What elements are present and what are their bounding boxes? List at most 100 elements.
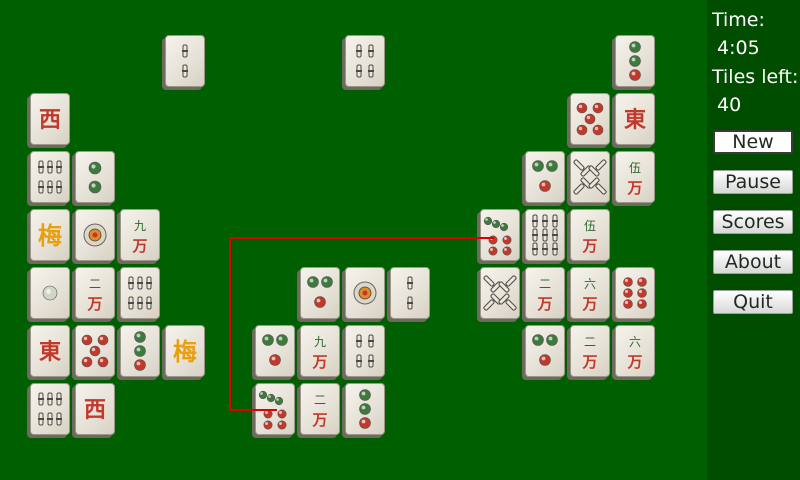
svg-text:西: 西 <box>84 397 106 423</box>
svg-text:東: 東 <box>624 107 646 133</box>
tile-symbol-icon <box>629 41 641 81</box>
svg-text:万: 万 <box>536 295 552 313</box>
tile-symbol-icon <box>182 44 188 78</box>
new-game-button[interactable]: New <box>713 130 793 154</box>
svg-text:西: 西 <box>39 107 61 133</box>
svg-text:九: 九 <box>314 335 326 349</box>
svg-text:万: 万 <box>581 295 597 313</box>
time-label: Time: <box>712 9 765 31</box>
tile-symbol-icon <box>359 389 371 429</box>
mahjong-tile-flower[interactable]: 梅 <box>27 209 70 264</box>
tile-symbol-icon <box>483 275 517 311</box>
tile-symbol-icon: 西 <box>84 397 106 423</box>
mahjong-tile-circle5[interactable] <box>567 93 610 148</box>
mahjong-tile-num[interactable]: 二万 <box>297 383 340 438</box>
mahjong-tile-bamboo6[interactable] <box>27 383 70 438</box>
mahjong-tile-num[interactable]: 九万 <box>117 209 160 264</box>
mahjong-tile-char[interactable]: 西 <box>72 383 115 438</box>
tile-symbol-icon <box>356 334 374 368</box>
mahjong-tile-circle7[interactable] <box>252 383 295 438</box>
scores-button[interactable]: Scores <box>713 210 793 234</box>
mahjong-tile-bamboo4[interactable] <box>342 35 385 90</box>
mahjong-tile-char[interactable]: 東 <box>612 93 655 148</box>
mahjong-tile-num[interactable]: 伍万 <box>612 151 655 206</box>
svg-text:梅: 梅 <box>173 337 197 366</box>
tile-symbol-icon <box>483 216 512 256</box>
tile-symbol-icon <box>532 214 558 256</box>
mahjong-tile-circle1g[interactable] <box>27 267 70 322</box>
mahjong-tile-bamboo6[interactable] <box>117 267 160 322</box>
mahjong-tile-bamboo6[interactable] <box>27 151 70 206</box>
svg-text:万: 万 <box>626 353 642 371</box>
svg-text:万: 万 <box>311 411 327 429</box>
mahjong-tile-circle1[interactable] <box>72 209 115 264</box>
mahjong-tile-circle4[interactable] <box>342 383 385 438</box>
tiles-left-label: Tiles left: <box>712 66 799 88</box>
svg-text:万: 万 <box>131 237 147 255</box>
tile-symbol-icon: 伍万 <box>581 219 597 255</box>
pause-button[interactable]: Pause <box>713 170 793 194</box>
mahjong-tile-flower[interactable]: 梅 <box>162 325 205 380</box>
svg-text:万: 万 <box>626 179 642 197</box>
tile-symbol-icon <box>262 334 288 366</box>
svg-text:二: 二 <box>584 335 596 349</box>
tile-symbol-icon <box>532 334 558 366</box>
quit-button[interactable]: Quit <box>713 290 793 314</box>
svg-text:万: 万 <box>86 295 102 313</box>
mahjong-tile-circle6[interactable] <box>612 267 655 322</box>
mahjong-tile-num[interactable]: 二万 <box>522 267 565 322</box>
mahjong-tile-bamboo8[interactable] <box>567 151 610 206</box>
mahjong-tile-char[interactable]: 東 <box>27 325 70 380</box>
mahjong-tile-num[interactable]: 伍万 <box>567 209 610 264</box>
mahjong-tile-num[interactable]: 二万 <box>567 325 610 380</box>
tile-symbol-icon <box>42 285 58 301</box>
svg-text:九: 九 <box>134 219 146 233</box>
mahjong-tile-circle3[interactable] <box>297 267 340 322</box>
svg-text:六: 六 <box>584 277 596 291</box>
tile-symbol-icon <box>38 392 62 426</box>
tile-symbol-icon: 九万 <box>131 219 147 255</box>
svg-text:東: 東 <box>39 339 61 365</box>
about-button[interactable]: About <box>713 250 793 274</box>
mahjong-tile-bamboo9[interactable] <box>522 209 565 264</box>
tile-symbol-icon <box>88 161 102 194</box>
mahjong-tile-circle1[interactable] <box>342 267 385 322</box>
mahjong-tile-circle3[interactable] <box>522 151 565 206</box>
tile-symbol-icon: 二万 <box>581 335 597 371</box>
mahjong-tile-num[interactable]: 六万 <box>612 325 655 380</box>
tile-symbol-icon: 西 <box>39 107 61 133</box>
mahjong-tile-bamboo8[interactable] <box>477 267 520 322</box>
mahjong-tile-circle7[interactable] <box>477 209 520 264</box>
mahjong-tile-num[interactable]: 六万 <box>567 267 610 322</box>
svg-text:二: 二 <box>89 277 101 291</box>
mahjong-tile-circle2[interactable] <box>72 151 115 206</box>
svg-text:伍: 伍 <box>584 219 596 233</box>
mahjong-tile-bamboo2[interactable] <box>387 267 430 322</box>
tile-symbol-icon: 東 <box>39 339 61 365</box>
mahjong-tile-circle3[interactable] <box>252 325 295 380</box>
mahjong-tile-bamboo4[interactable] <box>342 325 385 380</box>
mahjong-tile-num[interactable]: 二万 <box>72 267 115 322</box>
tile-symbol-icon: 梅 <box>38 221 62 250</box>
game-board: 西東 伍万梅九万伍万二万 二万六万東梅九万二万六万西二万 <box>0 0 707 480</box>
tile-symbol-icon <box>576 102 604 136</box>
tile-symbol-icon <box>356 44 374 78</box>
mahjong-tile-circle4[interactable] <box>117 325 160 380</box>
tile-symbol-icon <box>134 331 146 371</box>
tile-symbol-icon: 二万 <box>536 277 552 313</box>
tile-symbol-icon <box>532 160 558 192</box>
mahjong-tile-circle3[interactable] <box>522 325 565 380</box>
tile-symbol-icon <box>81 334 109 368</box>
mahjong-tile-circle5[interactable] <box>72 325 115 380</box>
mahjong-tile-bamboo2[interactable] <box>162 35 205 90</box>
svg-text:万: 万 <box>581 353 597 371</box>
mahjong-tile-num[interactable]: 九万 <box>297 325 340 380</box>
tiles-left-value: 40 <box>717 94 742 116</box>
mahjong-tile-char[interactable]: 西 <box>27 93 70 148</box>
tile-symbol-icon <box>407 276 413 310</box>
tile-symbol-icon: 東 <box>624 107 646 133</box>
sidebar: Time: 4:05 Tiles left: 40 New Pause Scor… <box>707 0 800 480</box>
mahjong-tile-circle4[interactable] <box>612 35 655 90</box>
tile-symbol-icon: 二万 <box>311 393 327 429</box>
tile-symbol-icon: 九万 <box>311 335 327 371</box>
